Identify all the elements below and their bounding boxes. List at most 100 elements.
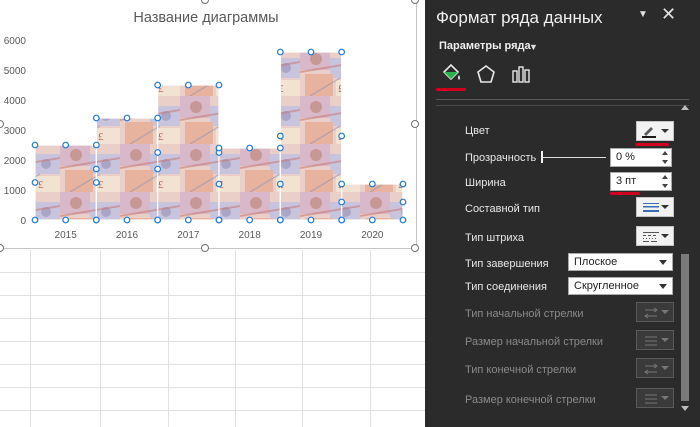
- bar-selection-handle: [123, 114, 131, 122]
- width-value: 3 пт: [616, 175, 637, 187]
- y-tick-label: 6000: [4, 36, 27, 47]
- pen-color-icon: [642, 127, 656, 138]
- bar-selection-handle: [276, 180, 284, 188]
- chart-title[interactable]: Название диаграммы: [133, 10, 278, 26]
- outline-color-button[interactable]: [636, 121, 674, 141]
- sheet-gridline: [0, 364, 425, 365]
- format-data-series-pane: Формат ряда данных ▼ ✕ Параметры ряда ▼ …: [425, 0, 700, 427]
- join-type-value: Скругленное: [574, 280, 639, 292]
- scroll-up-icon[interactable]: [681, 105, 689, 110]
- bar-selection-handle: [307, 216, 315, 224]
- chart-resize-handle[interactable]: [411, 0, 419, 4]
- end-arrow-size-label: Размер конечной стрелки: [465, 394, 596, 406]
- end-arrow-type-button: [636, 358, 674, 378]
- series-options-dropdown[interactable]: Параметры ряда: [439, 40, 531, 52]
- bar[interactable]: [341, 183, 404, 221]
- chart-area[interactable]: £ Название диаграммы 0100020003000400050…: [0, 0, 417, 249]
- y-axis[interactable]: 0 1000 2000 3000 4000 5000 6000: [4, 36, 27, 227]
- y-tick-label: 1000: [4, 186, 27, 197]
- bar[interactable]: [218, 147, 281, 221]
- arrow-icon: [644, 307, 658, 319]
- chart-resize-handle[interactable]: [411, 120, 419, 128]
- chart-resize-handle[interactable]: [0, 244, 4, 252]
- bar[interactable]: [279, 51, 343, 221]
- bar-series[interactable]: [34, 51, 404, 221]
- cap-type-select[interactable]: Плоское: [568, 253, 673, 271]
- sheet-gridline: [0, 341, 425, 342]
- bar-selection-handle: [184, 216, 192, 224]
- close-icon[interactable]: ✕: [661, 5, 676, 23]
- annotation-underline: [635, 143, 669, 146]
- bar-selection-handle: [31, 216, 39, 224]
- cap-type-value: Плоское: [574, 256, 618, 268]
- bar-selection-handle: [276, 216, 284, 224]
- bar-selection-handle: [154, 165, 162, 173]
- active-tab-indicator: [436, 88, 466, 91]
- bar-selection-handle: [92, 165, 100, 173]
- chevron-down-icon: [661, 366, 669, 370]
- chevron-down-icon: [661, 129, 669, 133]
- bar[interactable]: [34, 144, 97, 221]
- y-tick-label: 3000: [4, 126, 27, 137]
- join-type-select[interactable]: Скругленное: [568, 277, 673, 295]
- annotation-underline: [610, 192, 640, 195]
- arrow-size-icon: [645, 336, 657, 346]
- chevron-down-icon[interactable]: ▼: [529, 42, 538, 52]
- spin-down-icon[interactable]: [662, 160, 668, 164]
- tab-divider: [436, 99, 689, 100]
- worksheet[interactable]: £ Название диаграммы 0100020003000400050…: [0, 0, 425, 427]
- bar[interactable]: [157, 84, 220, 221]
- bar-selection-handle: [62, 216, 70, 224]
- bar-selection-handle: [276, 132, 284, 140]
- bar-selection-handle: [338, 216, 346, 224]
- sheet-gridline: [0, 295, 425, 296]
- pane-scrollbar-thumb[interactable]: [681, 254, 689, 401]
- chevron-down-icon: [661, 234, 669, 238]
- bar-selection-handle: [246, 216, 254, 224]
- bar-selection-handle: [92, 179, 100, 186]
- x-tick-label: 2020: [361, 230, 384, 241]
- compound-type-button[interactable]: [636, 197, 674, 217]
- y-tick-label: 4000: [4, 96, 27, 107]
- transparency-spinner[interactable]: 0 %: [610, 148, 672, 167]
- dash-type-button[interactable]: [636, 226, 674, 246]
- pane-options-chevron-icon[interactable]: ▼: [638, 9, 648, 20]
- bar-selection-handle: [31, 179, 39, 186]
- spin-up-icon[interactable]: [662, 175, 668, 179]
- bar-selection-handle: [31, 141, 39, 149]
- x-axis[interactable]: 2015 2016 2017 2018 2019 2020: [55, 230, 384, 241]
- begin-arrow-size-button: [636, 330, 674, 350]
- spin-down-icon[interactable]: [662, 184, 668, 188]
- bar-selection-handle: [154, 216, 162, 224]
- bar[interactable]: [95, 117, 159, 221]
- transparency-label: Прозрачность: [465, 152, 537, 164]
- transparency-slider[interactable]: [542, 157, 606, 158]
- scroll-down-icon[interactable]: [681, 406, 689, 411]
- chart-resize-handle[interactable]: [411, 244, 419, 252]
- width-spinner[interactable]: 3 пт: [610, 172, 672, 191]
- chart[interactable]: £ Название диаграммы 0100020003000400050…: [0, 0, 416, 248]
- sheet-gridline: [370, 250, 371, 427]
- bar-selection-handle: [154, 81, 162, 89]
- bar-selection-handle: [123, 216, 131, 224]
- effects-icon[interactable]: [474, 62, 498, 86]
- sheet-gridline: [0, 387, 425, 388]
- series-options-icon[interactable]: [509, 62, 533, 86]
- arrow-icon: [644, 363, 658, 375]
- bar-selection-handle: [276, 48, 284, 56]
- bar-selection-handle: [246, 144, 254, 152]
- sheet-gridline: [0, 410, 425, 411]
- fill-line-icon[interactable]: [439, 62, 463, 86]
- y-tick-label: 5000: [4, 66, 27, 77]
- pane-title: Формат ряда данных: [436, 8, 603, 27]
- width-label: Ширина: [465, 177, 506, 189]
- spin-up-icon[interactable]: [662, 151, 668, 155]
- x-tick-label: 2019: [300, 230, 323, 241]
- bar-selection-handle: [338, 198, 346, 206]
- compound-type-label: Составной тип: [465, 203, 540, 215]
- bar-selection-handle: [338, 132, 346, 140]
- join-type-label: Тип соединения: [465, 281, 547, 293]
- chart-resize-handle[interactable]: [201, 244, 209, 252]
- bar-selection-handle: [92, 141, 100, 149]
- transparency-slider-thumb[interactable]: [541, 151, 543, 163]
